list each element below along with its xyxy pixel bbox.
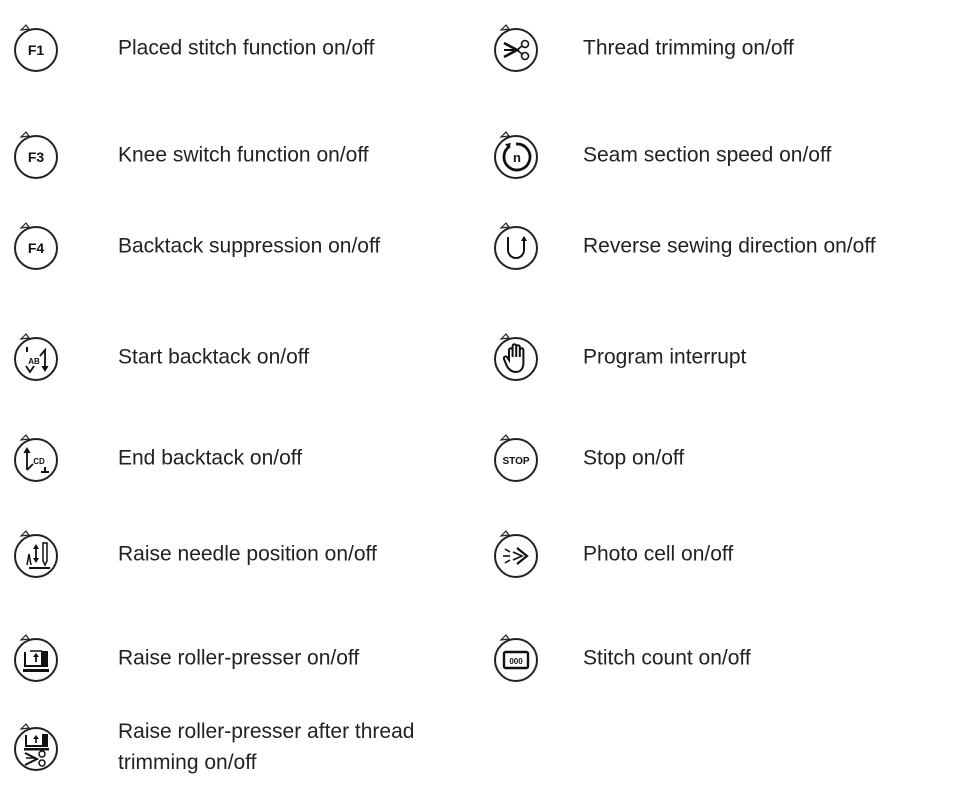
function-row-stitch-count: 000 Stitch count on/off (492, 623, 952, 693)
function-label: Raise roller-presser on/off (118, 646, 360, 670)
f4-key-text: F4 (28, 240, 45, 256)
function-label: Photo cell on/off (583, 542, 734, 566)
function-label: Program interrupt (583, 345, 747, 369)
function-row-raise-needle: Raise needle position on/off (12, 519, 452, 589)
function-row-start-backtack: AB Start backtack on/off (12, 322, 452, 392)
function-label: Seam section speed on/off (583, 143, 832, 167)
function-label: Raise roller-presser after thread trimmi… (118, 720, 415, 774)
function-label: Stitch count on/off (583, 646, 751, 670)
function-row-raise-roller-presser: Raise roller-presser on/off (12, 623, 452, 693)
f4-key-icon[interactable]: F4 (12, 222, 60, 270)
end-backtack-text: CD (33, 457, 45, 466)
function-label: Reverse sewing direction on/off (583, 234, 876, 258)
stitch-count-text: 000 (509, 657, 523, 666)
stitch-count-icon[interactable]: 000 (492, 634, 540, 682)
function-row-end-backtack: CD End backtack on/off (12, 423, 452, 493)
stop-text: STOP (502, 456, 529, 467)
function-row-placed-stitch: F1 Placed stitch function on/off (12, 13, 452, 83)
f3-key-icon[interactable]: F3 (12, 131, 60, 179)
function-label: Thread trimming on/off (583, 36, 794, 60)
function-row-reverse-direction: Reverse sewing direction on/off (492, 211, 952, 281)
raise-roller-presser-icon[interactable] (12, 634, 60, 682)
function-label: End backtack on/off (118, 446, 303, 470)
thread-trimming-icon[interactable] (492, 24, 540, 72)
function-row-knee-switch: F3 Knee switch function on/off (12, 120, 452, 190)
function-label: Start backtack on/off (118, 345, 310, 369)
stop-icon[interactable]: STOP (492, 434, 540, 482)
reverse-direction-icon[interactable] (492, 222, 540, 270)
function-row-backtack-suppression: F4 Backtack suppression on/off (12, 211, 452, 281)
f1-key-text: F1 (28, 42, 45, 58)
start-backtack-icon[interactable]: AB (12, 333, 60, 381)
function-row-program-interrupt: Program interrupt (492, 322, 952, 392)
function-row-thread-trimming: Thread trimming on/off (492, 13, 952, 83)
speed-n-text: n (513, 150, 521, 165)
function-row-photo-cell: Photo cell on/off (492, 519, 952, 589)
f1-key-icon[interactable]: F1 (12, 24, 60, 72)
function-row-stop: STOP Stop on/off (492, 423, 952, 493)
function-row-seam-section-speed: n Seam section speed on/off (492, 120, 952, 190)
function-label: Stop on/off (583, 446, 685, 470)
f3-key-text: F3 (28, 149, 45, 165)
function-label: Knee switch function on/off (118, 143, 369, 167)
function-label: Raise needle position on/off (118, 542, 377, 566)
function-row-raise-presser-after-trim: Raise roller-presser after thread trimmi… (12, 712, 452, 782)
raise-presser-after-trim-icon[interactable] (12, 723, 60, 771)
program-interrupt-icon[interactable] (492, 333, 540, 381)
function-label: Backtack suppression on/off (118, 234, 381, 258)
end-backtack-icon[interactable]: CD (12, 434, 60, 482)
function-label: Placed stitch function on/off (118, 36, 375, 60)
start-backtack-text: AB (28, 357, 40, 366)
photo-cell-icon[interactable] (492, 530, 540, 578)
raise-needle-icon[interactable] (12, 530, 60, 578)
seam-section-speed-icon[interactable]: n (492, 131, 540, 179)
